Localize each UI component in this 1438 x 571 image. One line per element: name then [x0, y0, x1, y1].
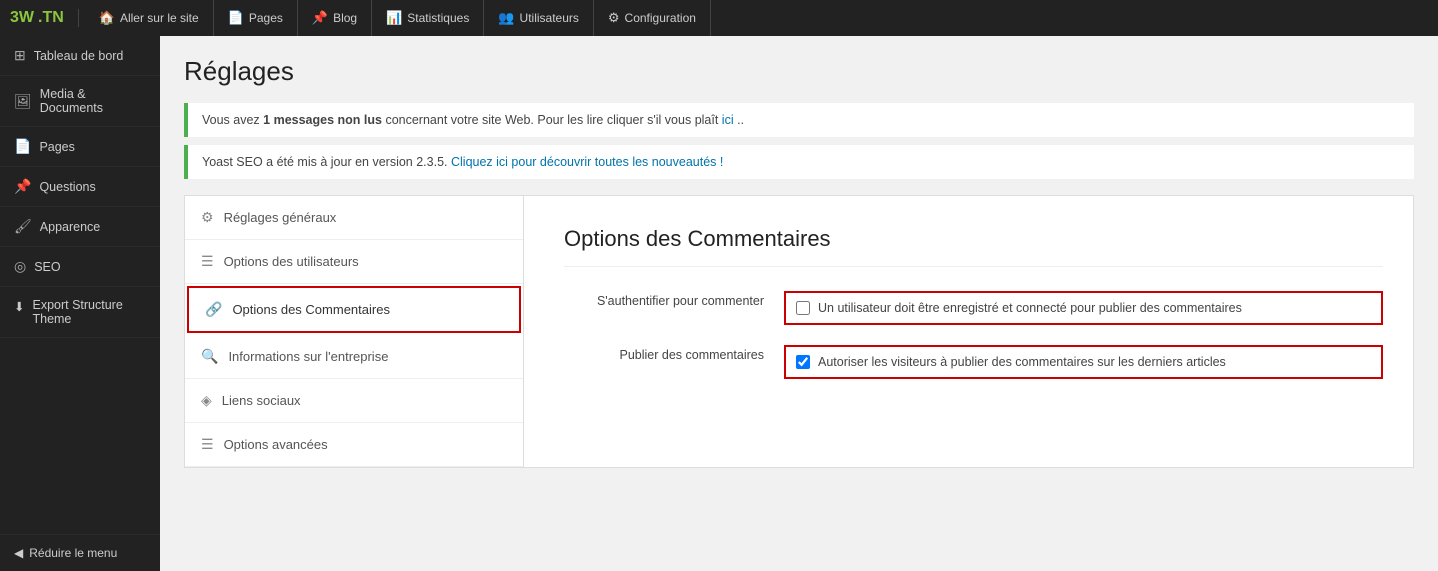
apparence-icon: 🖌: [14, 218, 32, 235]
nav-home[interactable]: 🏠 Aller sur le site: [85, 0, 214, 36]
sidebar-item-questions[interactable]: 📌 Questions: [0, 167, 160, 207]
notice1-text-before: Vous avez: [202, 113, 263, 127]
sidebar-item-pages[interactable]: 📄 Pages: [0, 127, 160, 167]
menu-company-label: Informations sur l'entreprise: [228, 349, 388, 364]
users-options-icon: ☰: [201, 253, 214, 270]
setting-label-auth: S'authentifier pour commenter: [564, 291, 764, 308]
sidebar-export-label: Export Structure Theme: [32, 298, 146, 326]
blog-icon: 📌: [312, 10, 328, 26]
home-icon: 🏠: [99, 10, 115, 26]
logo-tn: .TN: [38, 9, 64, 27]
checkbox-publish-label: Autoriser les visiteurs à publier des co…: [818, 355, 1226, 369]
notice-yoast: Yoast SEO a été mis à jour en version 2.…: [184, 145, 1414, 179]
users-icon: 👥: [498, 10, 514, 26]
settings-panel-title: Options des Commentaires: [564, 226, 1383, 267]
top-nav-items: 🏠 Aller sur le site 📄 Pages 📌 Blog 📊 Sta…: [85, 0, 711, 36]
menu-item-users-options[interactable]: ☰ Options des utilisateurs: [185, 240, 523, 284]
dashboard-icon: ⊞: [14, 47, 26, 64]
page-title: Réglages: [184, 56, 1414, 87]
pages-sidebar-icon: 📄: [14, 138, 31, 155]
sidebar-reduce-label: Réduire le menu: [29, 546, 117, 560]
sidebar-apparence-label: Apparence: [40, 220, 100, 234]
sidebar: ⊞ Tableau de bord 🖼 Media & Documents 📄 …: [0, 36, 160, 571]
logo-3w: 3W: [10, 9, 34, 27]
menu-item-social[interactable]: ◈ Liens sociaux: [185, 379, 523, 423]
menu-general-label: Réglages généraux: [224, 210, 337, 225]
main-content: Réglages Vous avez 1 messages non lus co…: [160, 36, 1438, 571]
reduce-icon: ◀: [14, 546, 23, 560]
nav-stats[interactable]: 📊 Statistiques: [372, 0, 484, 36]
sidebar-media-label: Media & Documents: [40, 87, 146, 115]
setting-control-auth: Un utilisateur doit être enregistré et c…: [784, 291, 1383, 325]
notice1-text-after: concernant votre site Web. Pour les lire…: [385, 113, 721, 127]
nav-home-label: Aller sur le site: [120, 11, 199, 25]
notice1-text-end: ..: [737, 113, 744, 127]
menu-item-advanced[interactable]: ☰ Options avancées: [185, 423, 523, 467]
sidebar-item-apparence[interactable]: 🖌 Apparence: [0, 207, 160, 247]
media-icon: 🖼: [14, 93, 32, 110]
nav-pages[interactable]: 📄 Pages: [214, 0, 298, 36]
checkbox-auth[interactable]: [796, 301, 810, 315]
sidebar-pages-label: Pages: [39, 140, 74, 154]
notice-messages: Vous avez 1 messages non lus concernant …: [184, 103, 1414, 137]
sidebar-reduce[interactable]: ◀ Réduire le menu: [0, 534, 160, 571]
questions-icon: 📌: [14, 178, 31, 195]
pages-icon: 📄: [228, 10, 244, 26]
advanced-icon: ☰: [201, 436, 214, 453]
social-icon: ◈: [201, 392, 212, 409]
nav-blog-label: Blog: [333, 11, 357, 25]
settings-menu: ⚙ Réglages généraux ☰ Options des utilis…: [184, 195, 524, 468]
menu-social-label: Liens sociaux: [222, 393, 301, 408]
menu-item-comments[interactable]: 🔗 Options des Commentaires: [187, 286, 521, 333]
nav-stats-label: Statistiques: [407, 11, 469, 25]
menu-users-options-label: Options des utilisateurs: [224, 254, 359, 269]
menu-item-general[interactable]: ⚙ Réglages généraux: [185, 196, 523, 240]
sidebar-dashboard-label: Tableau de bord: [34, 49, 124, 63]
config-icon: ⚙: [608, 10, 620, 26]
notice2-link[interactable]: Cliquez ici pour découvrir toutes les no…: [451, 155, 723, 169]
menu-advanced-label: Options avancées: [224, 437, 328, 452]
sidebar-item-dashboard[interactable]: ⊞ Tableau de bord: [0, 36, 160, 76]
nav-config[interactable]: ⚙ Configuration: [594, 0, 711, 36]
menu-item-company[interactable]: 🔍 Informations sur l'entreprise: [185, 335, 523, 379]
nav-pages-label: Pages: [249, 11, 283, 25]
setting-label-publish: Publier des commentaires: [564, 345, 764, 362]
seo-icon: ◎: [14, 258, 26, 275]
settings-container: ⚙ Réglages généraux ☰ Options des utilis…: [184, 195, 1414, 468]
checkbox-auth-label: Un utilisateur doit être enregistré et c…: [818, 301, 1242, 315]
sidebar-item-media[interactable]: 🖼 Media & Documents: [0, 76, 160, 127]
setting-control-publish: Autoriser les visiteurs à publier des co…: [784, 345, 1383, 379]
company-icon: 🔍: [201, 348, 218, 365]
nav-users[interactable]: 👥 Utilisateurs: [484, 0, 594, 36]
notice1-highlight: 1 messages non lus: [263, 113, 382, 127]
export-icon: ⬇: [14, 299, 24, 314]
logo[interactable]: 3W .TN: [10, 9, 64, 27]
sidebar-item-seo[interactable]: ◎ SEO: [0, 247, 160, 287]
settings-panel: Options des Commentaires S'authentifier …: [524, 195, 1414, 468]
top-navigation: 3W .TN 🏠 Aller sur le site 📄 Pages 📌 Blo…: [0, 0, 1438, 36]
comments-icon: 🔗: [205, 301, 222, 318]
nav-blog[interactable]: 📌 Blog: [298, 0, 372, 36]
checkbox-publish[interactable]: [796, 355, 810, 369]
setting-row-auth: S'authentifier pour commenter Un utilisa…: [564, 291, 1383, 325]
nav-config-label: Configuration: [625, 11, 696, 25]
stats-icon: 📊: [386, 10, 402, 26]
notice1-link[interactable]: ici: [722, 113, 734, 127]
nav-users-label: Utilisateurs: [520, 11, 579, 25]
sidebar-item-export[interactable]: ⬇ Export Structure Theme: [0, 287, 160, 338]
sidebar-questions-label: Questions: [39, 180, 95, 194]
setting-row-publish: Publier des commentaires Autoriser les v…: [564, 345, 1383, 379]
notice2-text: Yoast SEO a été mis à jour en version 2.…: [202, 155, 451, 169]
general-icon: ⚙: [201, 209, 214, 226]
sidebar-seo-label: SEO: [34, 260, 60, 274]
main-layout: ⊞ Tableau de bord 🖼 Media & Documents 📄 …: [0, 36, 1438, 571]
menu-comments-label: Options des Commentaires: [232, 302, 390, 317]
